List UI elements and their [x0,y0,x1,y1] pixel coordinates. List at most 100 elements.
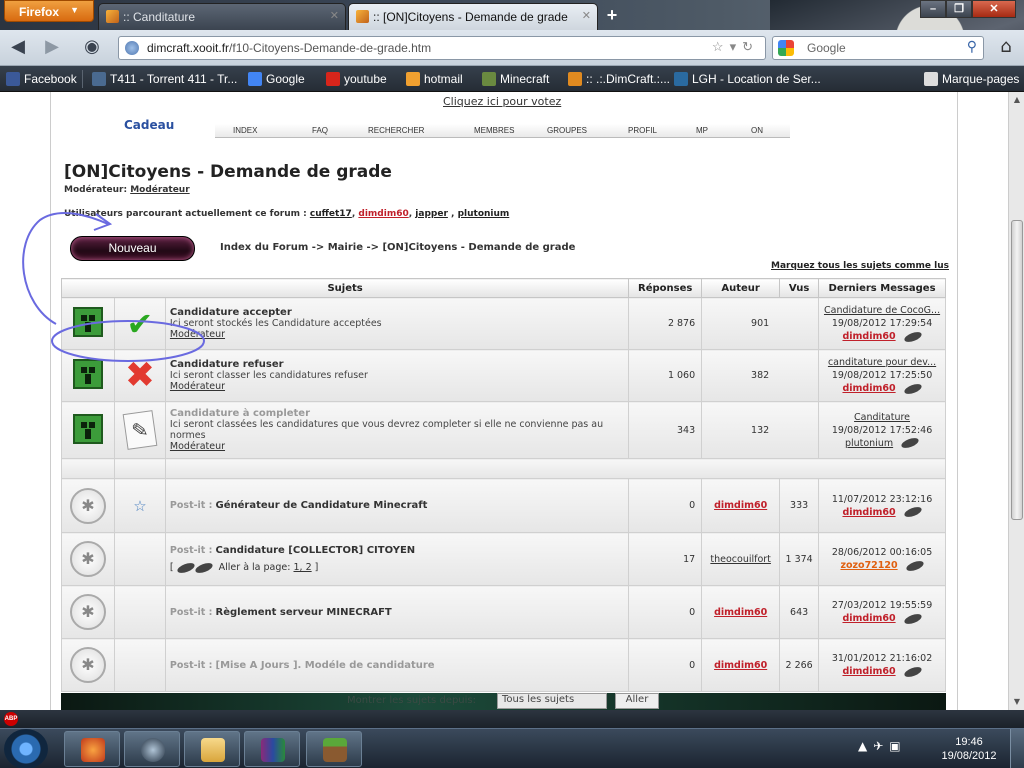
topic-link[interactable]: Règlement serveur MINECRAFT [216,607,392,618]
new-topic-button[interactable]: Nouveau [70,236,195,261]
vote-link[interactable]: Cliquez ici pour votez [443,95,561,108]
last-post-user[interactable]: zozo72120 [840,560,897,571]
feather-icon[interactable] [904,558,925,573]
forum-moderator-link[interactable]: Modérateur [170,329,624,340]
bookmarks-star-icon [924,72,938,86]
home-icon[interactable]: ⌂ [994,36,1018,60]
last-post-user[interactable]: plutonium [845,438,893,449]
url-bar[interactable]: dimcraft.xooit.fr/f10-Citoyens-Demande-d… [118,36,766,60]
bookmark-star-icon[interactable]: ☆▾↻ [712,39,759,55]
last-post-user[interactable]: dimdim60 [842,666,895,677]
pagination-links[interactable]: 1, 2 [294,562,312,573]
bookmark-t411[interactable]: T411 - Torrent 411 - Tr... [92,72,237,88]
sort-select[interactable]: Tous les sujets [497,693,607,709]
bookmark-youtube[interactable]: youtube [326,72,387,88]
taskbar-firefox[interactable] [64,731,120,767]
forward-arrow-icon[interactable]: ▶ [40,36,64,60]
last-post-link[interactable]: Candidature de CocoG... [819,304,945,317]
forum-moderator-link[interactable]: Modérateur [170,441,624,452]
author-link[interactable]: dimdim60 [714,660,767,671]
feather-icon[interactable] [902,505,923,519]
topic-link[interactable]: Générateur de Candidature Minecraft [216,500,428,511]
menu-on[interactable]: ON [751,126,763,135]
topic-link[interactable]: Candidature [COLLECTOR] CITOYEN [216,545,416,556]
topic-link[interactable]: [Mise A Jours ]. Modéle de candidature [216,660,435,671]
feather-icon[interactable] [902,611,923,626]
close-tab-icon[interactable]: ✕ [330,9,339,22]
start-button[interactable] [4,729,48,768]
adblock-plus-icon[interactable]: ABP [4,712,18,726]
scroll-down-icon[interactable]: ▼ [1009,694,1024,710]
minimize-button[interactable]: – [920,0,946,18]
identity-eye-icon[interactable]: ◉ [80,36,104,60]
new-tab-button[interactable]: + [600,5,624,27]
topic-status-icon: ✱ [69,487,106,524]
restore-button[interactable]: ❐ [946,0,972,18]
search-icon[interactable]: ⚲ [967,38,977,55]
forum-moderator-link[interactable]: Modérateur [170,381,624,392]
viewer-link[interactable]: dimdim60 [358,209,408,219]
menu-faq[interactable]: FAQ [312,126,328,135]
last-post-user[interactable]: dimdim60 [842,331,895,342]
minecraft-icon [482,72,496,86]
forum-link[interactable]: Candidature refuser [170,359,624,370]
back-arrow-icon[interactable]: ◀ [6,36,30,60]
bookmark-google[interactable]: Google [248,72,305,88]
taskbar-minecraft[interactable] [306,731,362,767]
bookmark-hotmail[interactable]: hotmail [406,72,463,88]
bookmark-minecraft[interactable]: Minecraft [482,72,549,88]
dimcraft-icon [568,72,582,86]
replies-count: 343 [628,401,703,459]
feather-icon[interactable] [900,436,920,450]
author-link[interactable]: dimdim60 [714,607,767,618]
search-input[interactable]: Google ⚲ [772,36,984,60]
page-scrollbar[interactable]: ▲ ▼ [1008,92,1024,710]
pagination-label: Aller à la page: [218,562,291,573]
viewer-link[interactable]: plutonium [458,209,510,219]
close-tab-icon[interactable]: ✕ [582,9,591,22]
bookmarks-menu[interactable]: Marque-pages [924,72,1019,88]
feather-icon[interactable] [902,329,923,344]
bookmark-dimcraft[interactable]: :: .:.DimCraft.:... [568,72,670,88]
close-window-button[interactable]: ✕ [972,0,1016,18]
topics-table: Sujets Réponses Auteur Vus Derniers Mess… [60,278,947,692]
bookmark-facebook[interactable]: Facebook [6,72,77,88]
last-post-user[interactable]: dimdim60 [842,507,895,518]
bookmark-lgh[interactable]: LGH - Location de Ser... [674,72,821,88]
menu-search[interactable]: RECHERCHER [368,126,424,135]
mark-all-read-link[interactable]: Marquez tous les sujets comme lus [771,261,949,271]
clock[interactable]: 19:46 19/08/2012 [936,735,1002,763]
viewer-link[interactable]: japper [415,209,448,219]
author-link[interactable]: dimdim60 [714,500,767,511]
menu-groups[interactable]: GROUPES [547,126,587,135]
checkmark-icon: ✔ [126,304,154,343]
forum-link[interactable]: Candidature accepter [170,307,624,318]
viewers-line: Utilisateurs parcourant actuellement ce … [64,209,510,219]
menu-index[interactable]: INDEX [233,126,257,135]
breadcrumb[interactable]: Index du Forum -> Mairie -> [ON]Citoyens… [220,242,575,253]
last-post-link[interactable]: canditature pour dev... [819,356,945,369]
go-button[interactable]: Aller [615,693,659,709]
menu-profile[interactable]: PROFIL [628,126,657,135]
last-post-link[interactable]: Canditature [819,411,945,424]
tab-citoyens[interactable]: :: [ON]Citoyens - Demande de grade ✕ [348,3,598,30]
taskbar-steam[interactable] [124,731,180,767]
menu-members[interactable]: MEMBRES [474,126,514,135]
scroll-thumb[interactable] [1011,220,1023,520]
tab-canditature[interactable]: :: Canditature ✕ [98,3,346,30]
moderator-link[interactable]: Modérateur [130,185,189,195]
feather-icon[interactable] [902,381,923,396]
taskbar-winrar[interactable] [244,731,300,767]
firefox-menu-button[interactable]: Firefox ▼ [4,0,94,22]
feather-icon[interactable] [902,664,923,679]
last-post-user[interactable]: dimdim60 [842,613,895,624]
menu-mp[interactable]: MP [696,126,708,135]
forum-link[interactable]: Candidature à completer [170,408,624,419]
taskbar-explorer[interactable] [184,731,240,767]
last-post-user[interactable]: dimdim60 [842,383,895,394]
viewer-link[interactable]: cuffet17 [310,209,352,219]
show-desktop-button[interactable] [1010,729,1024,768]
scroll-up-icon[interactable]: ▲ [1009,92,1024,108]
system-tray[interactable]: ▲✈▣ [858,739,907,753]
author-link[interactable]: theocouilfort [710,554,771,565]
